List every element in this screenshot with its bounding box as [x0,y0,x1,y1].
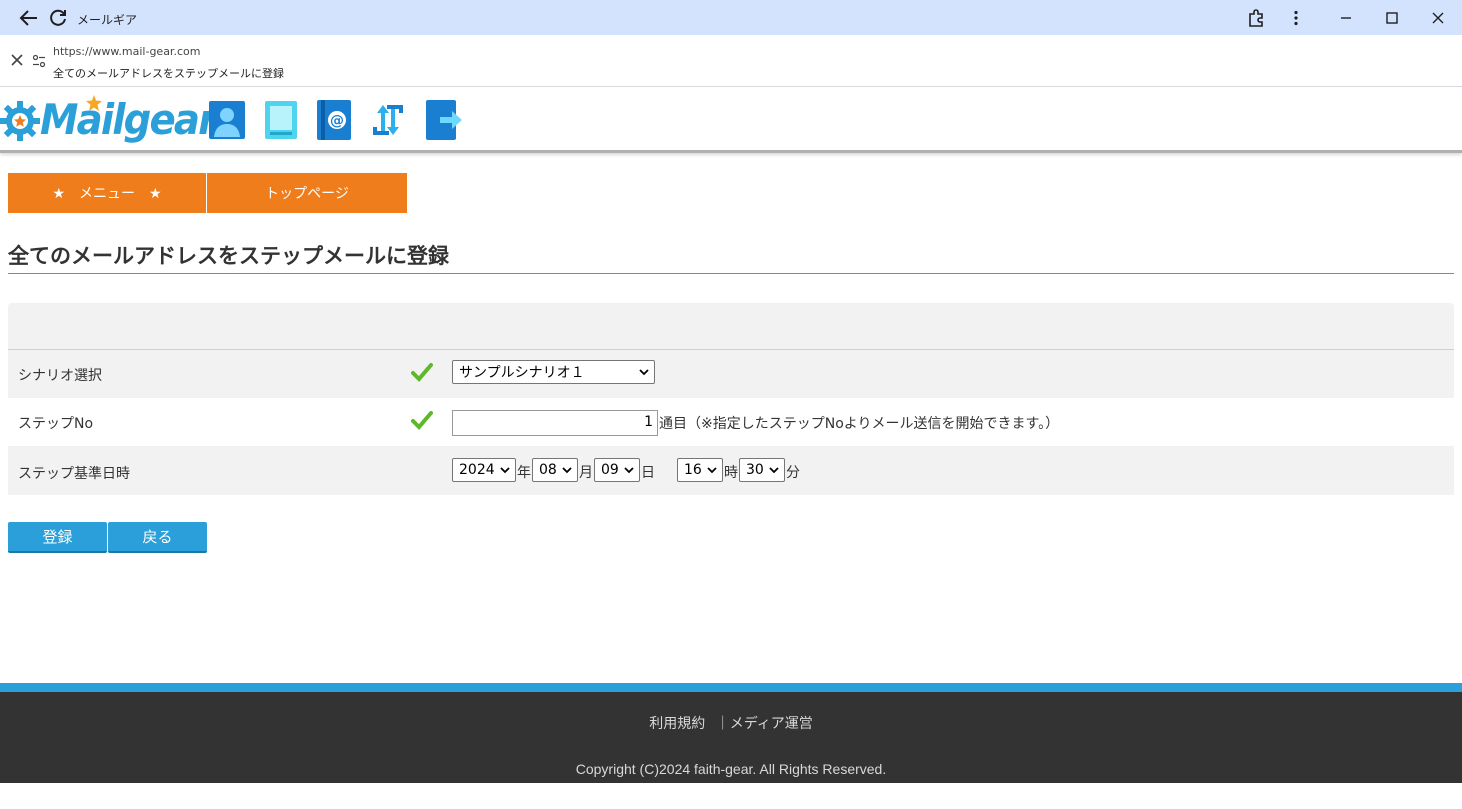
logo-wordmark: Mailgear [40,95,217,144]
nav-menu[interactable]: ★ メニュー ★ [8,173,207,213]
svg-text:@: @ [330,113,344,129]
scenario-select-value: サンプルシナリオ１ [459,365,585,381]
terms-link[interactable]: 利用規約 [649,716,705,732]
required-check-icon [411,362,433,382]
close-window-icon[interactable] [1427,7,1449,29]
address-book-icon[interactable]: @ [317,100,351,140]
nav-top-page[interactable]: トップページ [207,173,407,213]
page-heading: 全てのメールアドレスをステップメールに登録 [8,244,449,268]
footer-links: 利用規約 ｜メディア運営 [0,713,1462,733]
book-icon[interactable] [265,101,297,139]
chevron-down-icon [639,365,649,382]
month-unit: 月 [579,465,593,481]
scenario-label: シナリオ選択 [18,368,102,384]
user-icon[interactable] [209,101,245,139]
main-nav: ★ メニュー ★ トップページ [8,173,407,213]
month-value: 08 [539,462,557,478]
window-title: メールギア [77,13,138,27]
back-arrow-icon[interactable] [18,7,40,29]
year-select[interactable]: 2024 [452,458,516,482]
month-select[interactable]: 08 [532,458,578,482]
year-value: 2024 [459,462,495,478]
minute-unit: 分 [786,465,800,481]
form-row-scenario: シナリオ選択 サンプルシナリオ１ [8,350,1454,398]
form-row-base-datetime: ステップ基準日時 2024 年 08 月 09 日 16 時 30 分 [8,446,1454,495]
chevron-down-icon [624,463,634,480]
minute-value: 30 [746,462,764,478]
step-no-label: ステップNo [18,416,94,432]
chevron-down-icon [562,463,572,480]
minimize-icon[interactable] [1335,7,1357,29]
copyright-text: Copyright (C)2024 faith-gear. All Rights… [575,761,887,777]
heading-divider [8,273,1454,274]
register-button[interactable]: 登録 [8,522,107,553]
day-select[interactable]: 09 [594,458,640,482]
popup-url-bar: https://www.mail-gear.com 全てのメールアドレスをステッ… [0,35,1462,87]
hour-value: 16 [684,462,702,478]
form-row-step-no: ステップNo 1 通目（※指定したステップNoよりメール送信を開始できます。） [8,398,1454,446]
reload-icon[interactable] [47,7,69,29]
form-header [8,303,1454,350]
step-no-input[interactable]: 1 [452,410,658,436]
window-titlebar: メールギア [0,0,1462,35]
mailgear-logo[interactable]: Mailgear [0,93,217,147]
site-footer: 利用規約 ｜メディア運営 Copyright (C)2024 faith-gea… [0,683,1462,783]
media-link[interactable]: メディア運営 [730,716,813,732]
hour-unit: 時 [724,465,738,481]
url-text: https://www.mail-gear.com [53,45,201,58]
scenario-select[interactable]: サンプルシナリオ１ [452,360,655,384]
minute-select[interactable]: 30 [739,458,785,482]
extension-icon[interactable] [1245,7,1267,29]
logout-icon[interactable] [426,100,462,140]
page-title-text: 全てのメールアドレスをステップメールに登録 [53,67,284,80]
chevron-down-icon [707,463,717,480]
close-icon[interactable] [9,52,25,68]
chevron-down-icon [500,463,510,480]
registration-form: シナリオ選択 サンプルシナリオ１ ステップNo 1 通目（※指定したステップNo… [8,303,1454,495]
day-unit: 日 [641,465,655,481]
step-no-suffix: 通目（※指定したステップNoよりメール送信を開始できます。） [659,416,1060,432]
day-value: 09 [601,462,619,478]
maximize-icon[interactable] [1381,7,1403,29]
footer-separator: ｜ [715,716,730,732]
sync-icon[interactable] [369,101,407,139]
site-settings-icon[interactable] [32,53,46,68]
more-options-icon[interactable] [1285,7,1307,29]
year-unit: 年 [517,465,531,481]
hour-select[interactable]: 16 [677,458,723,482]
required-check-icon [411,410,433,430]
back-button[interactable]: 戻る [108,522,207,553]
base-datetime-label: ステップ基準日時 [18,466,130,482]
chevron-down-icon [769,463,779,480]
